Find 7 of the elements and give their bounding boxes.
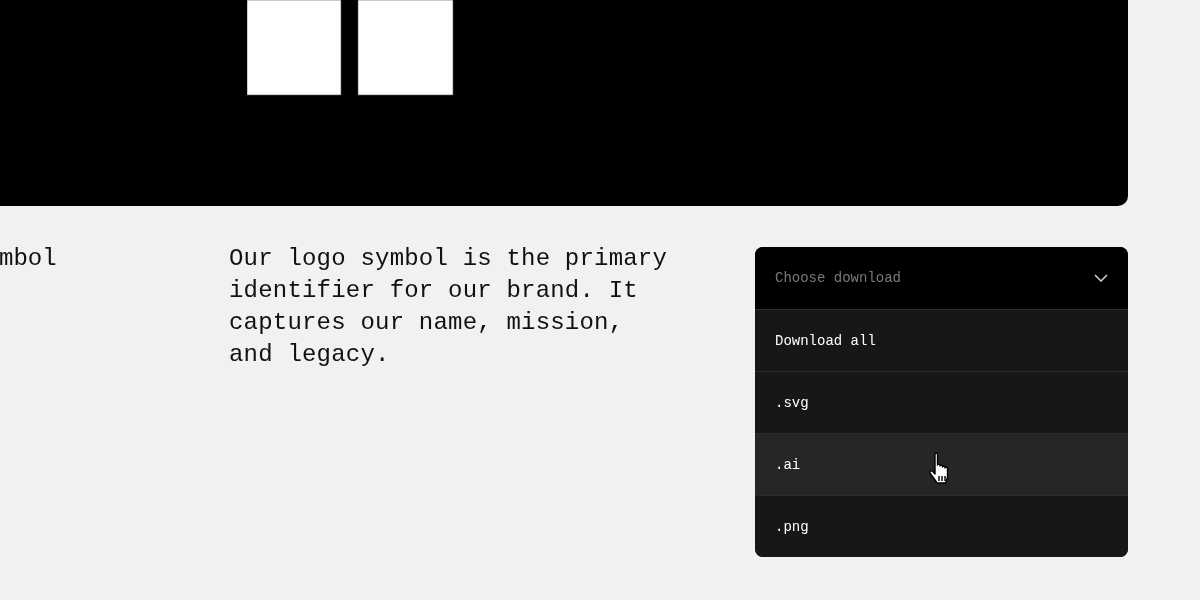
dropdown-placeholder: Choose download xyxy=(775,270,902,286)
chevron-down-icon xyxy=(1094,274,1108,282)
dropdown-option[interactable]: .png xyxy=(755,495,1128,557)
dropdown-toggle[interactable]: Choose download xyxy=(755,247,1128,309)
section-label: mbol xyxy=(0,244,57,274)
description-text: Our logo symbol is the primary identifier for our brand. It captures our name, mission, and legacy. xyxy=(229,244,669,370)
dropdown-option[interactable]: .ai xyxy=(755,433,1128,495)
